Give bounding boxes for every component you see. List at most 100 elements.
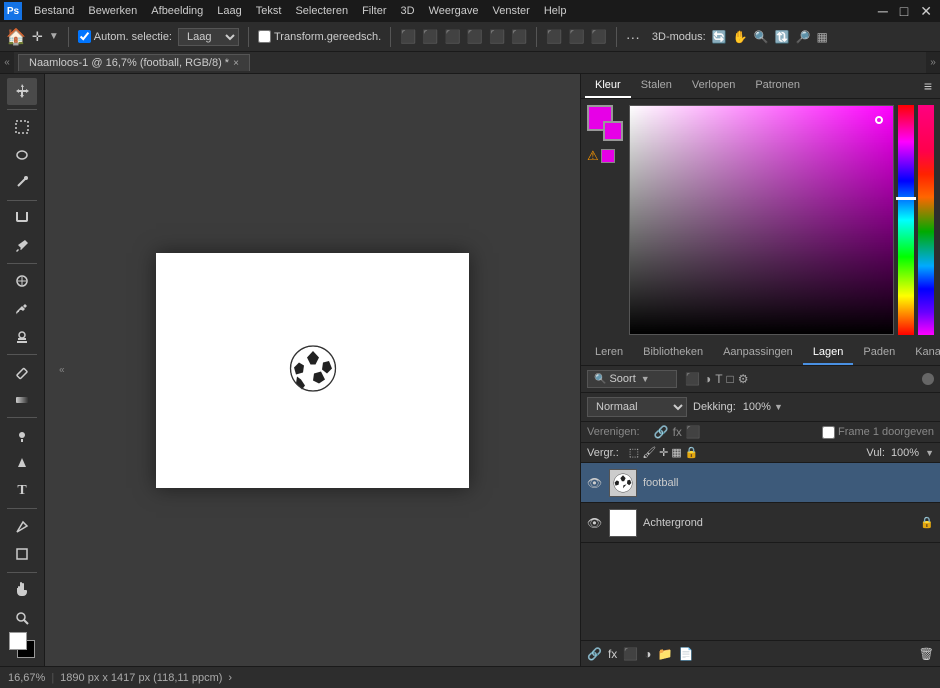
menu-filter[interactable]: Filter bbox=[356, 3, 392, 19]
menu-afbeelding[interactable]: Afbeelding bbox=[145, 3, 209, 19]
layer-item-football[interactable]: 👁 football bbox=[581, 463, 940, 503]
3d-roll-icon[interactable]: 🔃 bbox=[775, 30, 790, 44]
lasso-tool-button[interactable] bbox=[7, 141, 37, 168]
tab-kleur[interactable]: Kleur bbox=[585, 74, 631, 98]
canvas-area[interactable]: « bbox=[45, 74, 580, 666]
menu-selecteren[interactable]: Selecteren bbox=[289, 3, 354, 19]
move-tool-button[interactable] bbox=[7, 78, 37, 105]
filter-smartobject-icon[interactable]: ⚙ bbox=[738, 372, 749, 386]
background-color-picker[interactable] bbox=[603, 121, 623, 141]
lock-position-icon[interactable]: ✛ bbox=[659, 446, 668, 459]
effects-icon[interactable]: fx bbox=[673, 425, 682, 439]
workspace-icon[interactable]: ▦ bbox=[816, 30, 827, 44]
delete-layer-icon[interactable]: 🗑 bbox=[919, 647, 934, 661]
web-safe-color-swatch[interactable] bbox=[601, 149, 615, 163]
home-icon[interactable]: 🏠 bbox=[6, 27, 26, 47]
zoom-tool-button[interactable] bbox=[7, 604, 37, 631]
3d-zoom-icon[interactable]: 🔍 bbox=[754, 30, 769, 44]
align-left-icon[interactable]: ⬛ bbox=[400, 29, 416, 45]
more-options-icon[interactable]: ··· bbox=[626, 29, 640, 45]
canvas-left-expand[interactable]: « bbox=[59, 365, 65, 376]
tab-aanpassingen[interactable]: Aanpassingen bbox=[713, 341, 803, 365]
foreground-color-swatch[interactable] bbox=[9, 632, 27, 650]
marquee-tool-button[interactable] bbox=[7, 114, 37, 141]
transform-checkbox[interactable] bbox=[258, 30, 271, 43]
align-center-v-icon[interactable]: ⬛ bbox=[489, 29, 505, 45]
shape-tool-button[interactable] bbox=[7, 541, 37, 568]
tab-kanalen[interactable]: Kanalen bbox=[905, 341, 940, 365]
brush-tool-button[interactable] bbox=[7, 296, 37, 323]
tab-leren[interactable]: Leren bbox=[585, 341, 633, 365]
color-warning-icon[interactable]: ⚠ bbox=[587, 148, 599, 164]
dist-h-icon[interactable]: ⬛ bbox=[546, 29, 562, 45]
panel-collapse-left[interactable]: « bbox=[0, 52, 14, 73]
add-mask-icon[interactable]: ⬛ bbox=[623, 647, 638, 661]
filter-dropdown-arrow[interactable]: ▼ bbox=[641, 374, 650, 384]
crop-tool-button[interactable] bbox=[7, 205, 37, 232]
add-style-icon[interactable]: fx bbox=[608, 647, 617, 661]
filter-type-icon[interactable]: T bbox=[715, 372, 722, 386]
new-layer-icon[interactable]: 📄 bbox=[678, 647, 693, 661]
move-tool-icon[interactable]: ✛ bbox=[32, 29, 43, 45]
menu-venster[interactable]: Venster bbox=[487, 3, 536, 19]
link-icon[interactable]: 🔗 bbox=[654, 425, 669, 439]
tab-stalen[interactable]: Stalen bbox=[631, 74, 682, 98]
pen-tool-button[interactable] bbox=[7, 450, 37, 477]
menu-bewerken[interactable]: Bewerken bbox=[82, 3, 143, 19]
layer-visibility-football[interactable]: 👁 bbox=[587, 476, 603, 490]
document-tab[interactable]: Naamloos-1 @ 16,7% (football, RGB/8) * × bbox=[18, 54, 250, 71]
minimize-button[interactable]: ─ bbox=[874, 3, 892, 20]
new-group-icon[interactable]: 📁 bbox=[658, 647, 673, 661]
tab-verlopen[interactable]: Verlopen bbox=[682, 74, 745, 98]
menu-tekst[interactable]: Tekst bbox=[250, 3, 288, 19]
text-tool-button[interactable]: T bbox=[7, 478, 37, 505]
link-layers-icon[interactable]: 🔗 bbox=[587, 647, 602, 661]
panel-collapse-right[interactable]: » bbox=[926, 52, 940, 73]
eyedropper-button[interactable] bbox=[7, 232, 37, 259]
auto-select-dropdown[interactable]: Laag Groep bbox=[178, 28, 239, 46]
status-arrow[interactable]: › bbox=[228, 672, 232, 684]
color-panel-menu-icon[interactable]: ≡ bbox=[920, 74, 936, 98]
opacity-value[interactable]: 100% bbox=[743, 401, 771, 413]
lock-transparent-icon[interactable]: ⬚ bbox=[629, 446, 639, 459]
healing-brush-button[interactable] bbox=[7, 268, 37, 295]
new-adjustment-icon[interactable]: ◑ bbox=[644, 647, 651, 661]
stamp-tool-button[interactable] bbox=[7, 323, 37, 350]
path-select-button[interactable] bbox=[7, 513, 37, 540]
3d-pan-icon[interactable]: ✋ bbox=[733, 30, 748, 44]
layer-item-background[interactable]: 👁 Achtergrond 🔒 bbox=[581, 503, 940, 543]
fill-dropdown-arrow[interactable]: ▼ bbox=[925, 448, 934, 458]
search-icon[interactable]: 🔎 bbox=[796, 30, 811, 44]
dist-v-icon[interactable]: ⬛ bbox=[569, 29, 585, 45]
opacity-dropdown-arrow[interactable]: ▼ bbox=[774, 402, 783, 412]
mask-icon[interactable]: ⬛ bbox=[686, 425, 701, 439]
filter-shape-icon[interactable]: □ bbox=[727, 372, 734, 386]
move-options-arrow[interactable]: ▼ bbox=[49, 31, 59, 42]
frame-checkbox[interactable] bbox=[822, 426, 835, 439]
menu-weergave[interactable]: Weergave bbox=[423, 3, 485, 19]
close-button[interactable]: ✕ bbox=[916, 3, 936, 20]
tab-paden[interactable]: Paden bbox=[853, 341, 905, 365]
zoom-level[interactable]: 16,67% bbox=[8, 672, 45, 684]
filter-adjustment-icon[interactable]: ◑ bbox=[704, 372, 711, 386]
tab-patronen[interactable]: Patronen bbox=[745, 74, 810, 98]
fill-value[interactable]: 100% bbox=[891, 447, 919, 459]
dodge-tool-button[interactable] bbox=[7, 422, 37, 449]
filter-search-box[interactable]: 🔍 Soort ▼ bbox=[587, 370, 677, 388]
menu-3d[interactable]: 3D bbox=[395, 3, 421, 19]
dist-extra-icon[interactable]: ⬛ bbox=[591, 29, 607, 45]
filter-pixel-icon[interactable]: ⬛ bbox=[685, 372, 700, 386]
align-top-icon[interactable]: ⬛ bbox=[467, 29, 483, 45]
lock-image-icon[interactable]: 🖌 bbox=[642, 446, 656, 459]
lock-artboard-icon[interactable]: ▦ bbox=[671, 446, 681, 459]
layer-visibility-background[interactable]: 👁 bbox=[587, 516, 603, 530]
align-center-h-icon[interactable]: ⬛ bbox=[422, 29, 438, 45]
tab-close-button[interactable]: × bbox=[233, 58, 239, 69]
spectrum-field[interactable] bbox=[629, 105, 894, 335]
color-range-slider[interactable] bbox=[918, 105, 934, 335]
hue-slider[interactable] bbox=[898, 105, 914, 335]
menu-help[interactable]: Help bbox=[538, 3, 573, 19]
3d-rotate-icon[interactable]: 🔄 bbox=[712, 30, 727, 44]
hand-tool-button[interactable] bbox=[7, 577, 37, 604]
magic-wand-button[interactable] bbox=[7, 169, 37, 196]
